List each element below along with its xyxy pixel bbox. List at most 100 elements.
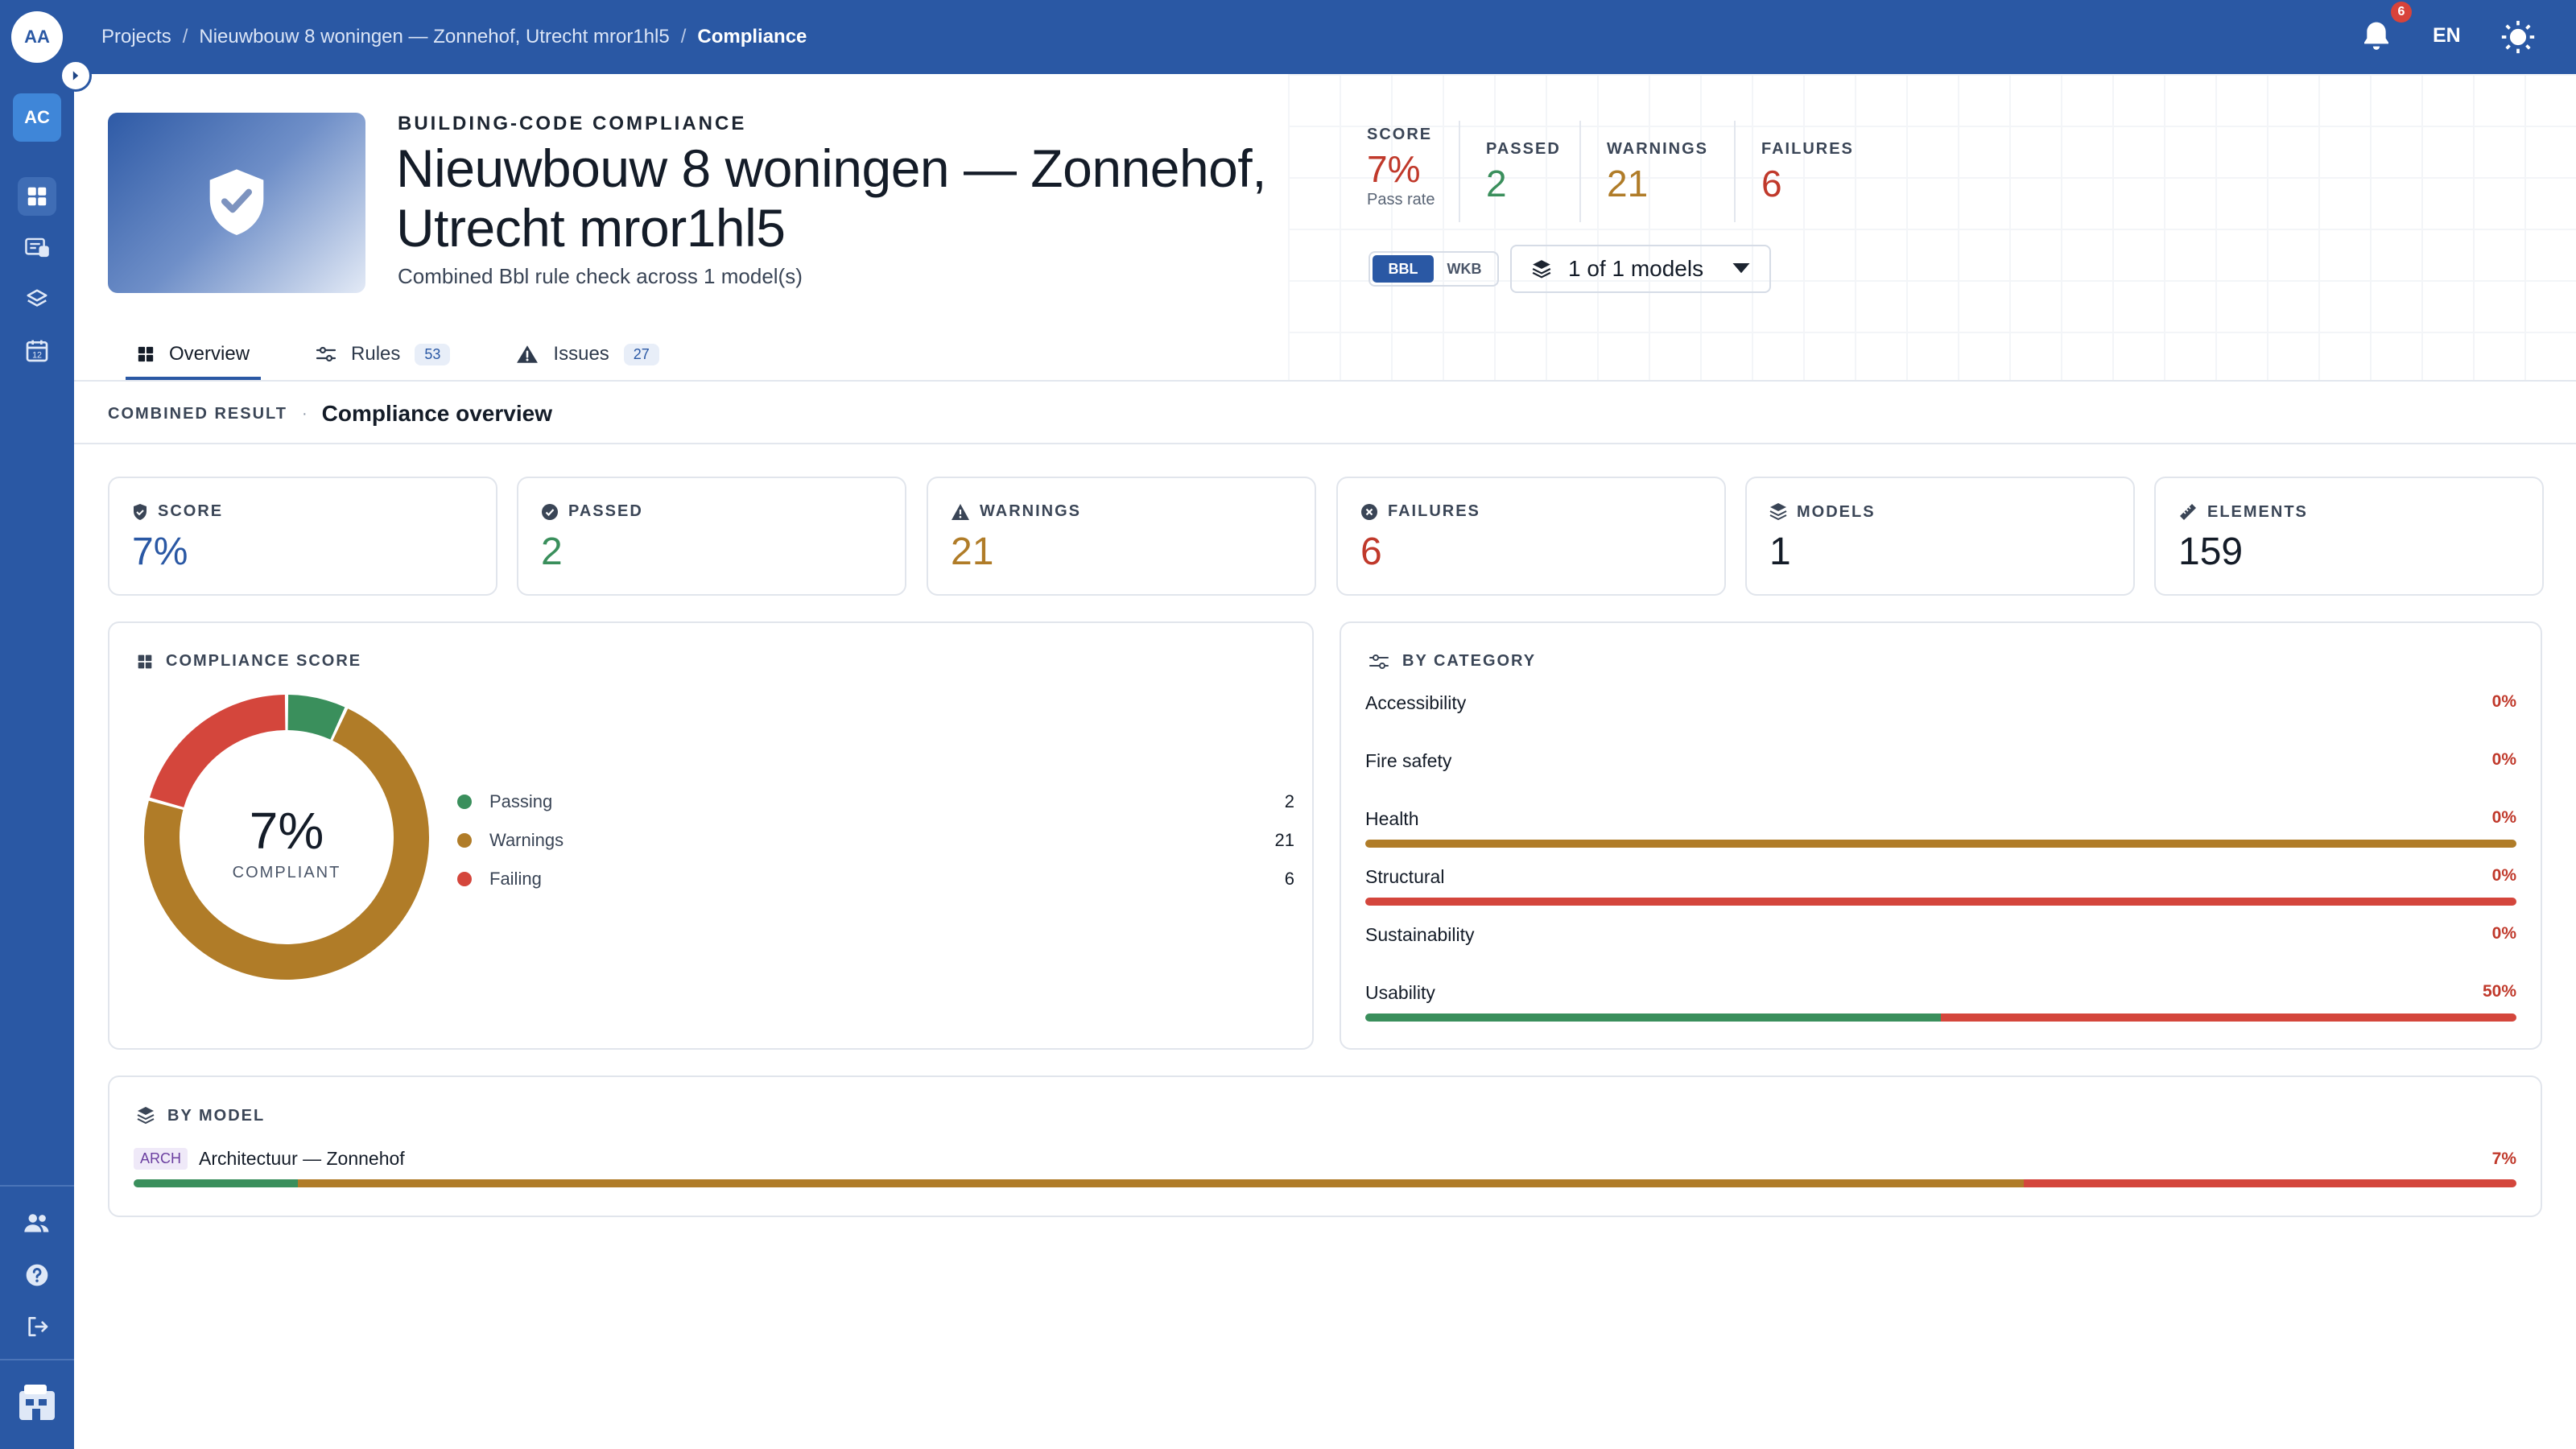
logout-icon[interactable] <box>18 1307 56 1346</box>
panel-heading: COMPLIANCE SCORE <box>166 652 362 670</box>
notification-count-badge: 6 <box>2391 2 2412 23</box>
legend-swatch <box>457 795 472 809</box>
category-row[interactable]: Health 0% <box>1365 808 2516 848</box>
user-avatar[interactable]: AA <box>11 11 63 63</box>
header-stat-passed: PASSED 2 <box>1486 140 1561 205</box>
donut-segment-failing <box>150 695 286 808</box>
tab-overview[interactable]: Overview <box>125 328 262 380</box>
help-icon[interactable] <box>18 1256 56 1294</box>
dashboard-grid-icon[interactable] <box>18 177 56 216</box>
stat-value: 7% <box>1367 148 1421 190</box>
category-row[interactable]: Accessibility 0% <box>1365 692 2516 714</box>
ruler-icon <box>2178 502 2198 522</box>
warning-icon <box>951 503 970 521</box>
layers-icon <box>137 1106 155 1125</box>
category-name: Fire safety <box>1365 750 1452 771</box>
stat-value: 21 <box>1607 163 1649 204</box>
notifications-bell-icon[interactable] <box>2360 19 2392 55</box>
breadcrumb-separator: / <box>680 26 687 47</box>
kpi-card-models: MODELS 1 <box>1745 477 2135 596</box>
stat-divider <box>1459 121 1460 222</box>
category-score: 0% <box>2491 750 2516 769</box>
panel-heading: BY CATEGORY <box>1402 652 1537 670</box>
legend-label: Passing <box>489 791 553 811</box>
stat-divider <box>1734 121 1736 222</box>
kpi-card-warnings: WARNINGS 21 <box>927 477 1316 596</box>
model-score: 7% <box>2491 1149 2516 1168</box>
tab-label: Overview <box>169 343 250 365</box>
ruleset-toggle: BBL WKB <box>1368 251 1499 287</box>
legend-value: 6 <box>1284 869 1294 889</box>
tab-rules[interactable]: Rules 53 <box>308 328 458 380</box>
theme-toggle-sun-icon[interactable] <box>2500 19 2536 55</box>
people-icon[interactable] <box>18 1204 56 1243</box>
tab-count-badge: 53 <box>415 343 451 365</box>
category-score: 0% <box>2491 692 2516 711</box>
language-switcher[interactable]: EN <box>2433 24 2461 47</box>
news-icon[interactable] <box>18 229 56 267</box>
kpi-label: FAILURES <box>1388 502 1480 520</box>
breadcrumb-project[interactable]: Nieuwbouw 8 woningen — Zonnehof, Utrecht… <box>199 26 669 48</box>
category-name: Usability <box>1365 982 1435 1003</box>
compliance-score-panel: COMPLIANCE SCORE 7% COMPLIANT Passing 2 … <box>108 621 1314 1050</box>
ruleset-option-bbl[interactable]: BBL <box>1373 255 1434 283</box>
header-stat-score: SCORE 7% Pass rate <box>1367 126 1435 209</box>
kpi-label: WARNINGS <box>980 502 1081 520</box>
calendar-day-number: 12 <box>32 351 42 361</box>
stat-value: 6 <box>1761 163 1782 204</box>
legend-value: 21 <box>1274 830 1294 850</box>
section-separator-dot: · <box>301 404 308 423</box>
tab-label: Rules <box>351 343 401 365</box>
warning-triangle-icon <box>516 345 539 364</box>
sidebar: AA AC 12 <box>0 0 74 1449</box>
kpi-label: ELEMENTS <box>2207 502 2308 521</box>
kpi-value: 21 <box>951 530 994 573</box>
sidebar-divider <box>0 1185 74 1187</box>
category-row[interactable]: Fire safety 0% <box>1365 750 2516 772</box>
section-divider <box>74 443 2576 444</box>
legend-item-passing: Passing 2 <box>457 782 1294 821</box>
by-model-panel: BY MODEL ARCH Architectuur — Zonnehof 7% <box>108 1075 2542 1217</box>
legend-value: 2 <box>1284 791 1294 811</box>
category-score: 0% <box>2491 866 2516 885</box>
layers-icon[interactable] <box>18 280 56 319</box>
tab-count-badge: 27 <box>623 343 659 365</box>
header-grid-pattern <box>1288 74 2576 380</box>
breadcrumb-current: Compliance <box>697 26 807 47</box>
category-name: Accessibility <box>1365 692 1467 713</box>
top-bar: Projects / Nieuwbouw 8 woningen — Zonneh… <box>0 0 2576 74</box>
sidebar-collapse-chevron-icon[interactable] <box>60 60 92 92</box>
tab-issues[interactable]: Issues 27 <box>508 328 667 380</box>
page-title: Nieuwbouw 8 woningen — Zonnehof, Utrecht… <box>396 138 1282 258</box>
by-category-panel: BY CATEGORY Accessibility 0% Fire safety 0%… <box>1340 621 2542 1050</box>
workspace-badge[interactable]: AC <box>13 93 61 142</box>
kpi-value: 1 <box>1769 530 1791 573</box>
calendar-icon[interactable]: 12 <box>18 332 56 370</box>
category-breakdown-bar <box>1365 840 2516 848</box>
bar-segment-fail <box>2023 1179 2516 1187</box>
category-row[interactable]: Usability 50% <box>1365 982 2516 1022</box>
x-circle-icon <box>1360 503 1378 521</box>
legend-label: Warnings <box>489 830 564 850</box>
shield-check-icon <box>209 169 264 235</box>
page-title-line-2: Utrecht mror1hl5 <box>396 198 786 258</box>
category-row[interactable]: Structural 0% <box>1365 866 2516 906</box>
bar-segment-warn <box>298 1179 2024 1187</box>
page-title-line-1: Nieuwbouw 8 woningen — Zonnehof, <box>396 138 1267 198</box>
breadcrumb-projects[interactable]: Projects <box>101 26 171 48</box>
page-eyebrow: BUILDING-CODE COMPLIANCE <box>398 113 747 134</box>
app-logo-icon <box>13 1378 61 1426</box>
donut-legend: Passing 2 Warnings 21 Failing 6 <box>457 782 1294 898</box>
donut-segment-passing <box>287 695 345 740</box>
donut-center-label: COMPLIANT <box>233 864 341 881</box>
compliance-donut-chart: 7% COMPLIANT <box>144 695 429 980</box>
stat-label: SCORE <box>1367 126 1433 143</box>
models-dropdown[interactable]: 1 of 1 models <box>1510 245 1771 293</box>
category-name: Structural <box>1365 866 1445 887</box>
category-row[interactable]: Sustainability 0% <box>1365 924 2516 946</box>
ruleset-option-wkb[interactable]: WKB <box>1434 255 1495 283</box>
kpi-card-failures: FAILURES 6 <box>1336 477 1726 596</box>
layers-icon <box>1769 502 1787 522</box>
bar-segment-fail <box>1941 1013 2516 1022</box>
model-row[interactable]: ARCH Architectuur — Zonnehof 7% <box>134 1148 2516 1187</box>
